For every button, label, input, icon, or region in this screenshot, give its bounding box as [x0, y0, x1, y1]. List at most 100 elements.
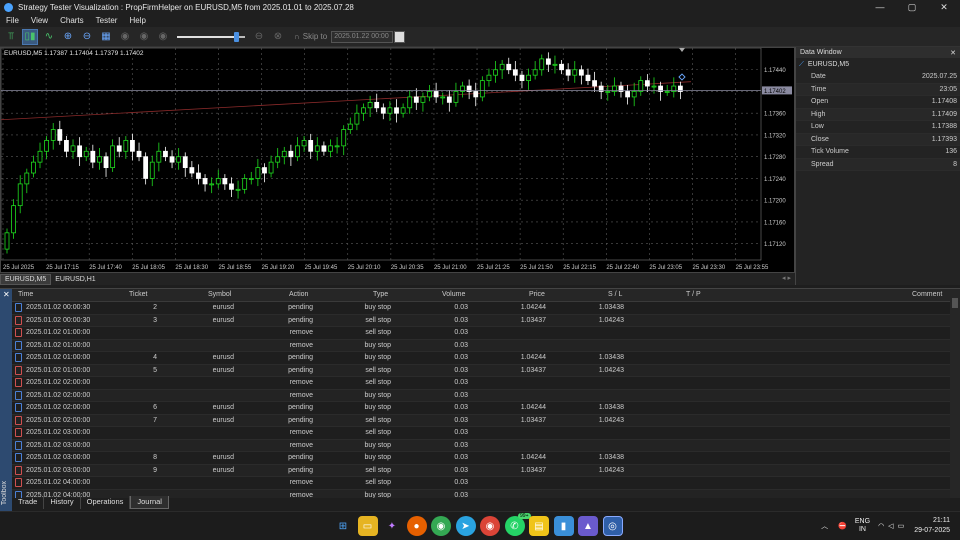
- table-row[interactable]: 2025.01.02 04:00:00 remove sell stop 0.03: [12, 477, 950, 490]
- cell-price: 1.04244: [520, 404, 546, 411]
- column-tp[interactable]: T / P: [686, 289, 701, 301]
- zoom-out-icon[interactable]: ⊖: [79, 29, 95, 45]
- close-icon[interactable]: ✕: [950, 49, 956, 57]
- calendar-icon[interactable]: [394, 30, 406, 43]
- clock[interactable]: 21:11 29-07-2025: [914, 516, 950, 536]
- column-symbol[interactable]: Symbol: [208, 289, 231, 301]
- slider-thumb[interactable]: [233, 31, 239, 42]
- table-row[interactable]: 2025.01.02 02:00:00 6 eurusd pending buy sto…: [12, 402, 950, 415]
- column-price[interactable]: Price: [529, 289, 545, 301]
- table-row[interactable]: 2025.01.02 02:00:00 remove buy stop 0.03: [12, 389, 950, 402]
- menu-file[interactable]: File: [0, 16, 25, 25]
- bar-chart-icon[interactable]: ⫪: [3, 29, 19, 45]
- chart-tabs: EURUSD,M5 EURUSD,H1 ◂ ▸: [0, 273, 795, 285]
- table-row[interactable]: 2025.01.02 02:00:00 7 eurusd pending sell st…: [12, 414, 950, 427]
- tab-eurusd-m5[interactable]: EURUSD,M5: [0, 273, 52, 285]
- slider-fill: [177, 35, 239, 38]
- table-row[interactable]: 2025.01.02 01:00:00 remove buy stop 0.03: [12, 339, 950, 352]
- column-time[interactable]: Time: [18, 289, 33, 301]
- wifi-icon[interactable]: ◠: [878, 522, 884, 530]
- tab-scroll-arrows[interactable]: ◂ ▸: [782, 274, 791, 282]
- telegram-icon[interactable]: ➤: [455, 516, 476, 536]
- cell-action: pending: [288, 366, 313, 374]
- zoom-in-icon[interactable]: ⊕: [60, 29, 76, 45]
- tab-eurusd-h1[interactable]: EURUSD,H1: [51, 274, 99, 285]
- candle-body: [262, 167, 267, 174]
- table-row[interactable]: 2025.01.02 03:00:00 remove sell stop 0.03: [12, 427, 950, 440]
- tab-operations[interactable]: Operations: [81, 496, 131, 509]
- candle-body: [248, 178, 254, 180]
- speed-slider[interactable]: [177, 31, 245, 43]
- tab-history[interactable]: History: [44, 496, 81, 509]
- column-volume[interactable]: Volume: [442, 289, 465, 301]
- menu-view[interactable]: View: [25, 16, 54, 25]
- close-icon[interactable]: ✕: [3, 290, 10, 299]
- column-type[interactable]: Type: [373, 289, 388, 301]
- table-row[interactable]: 2025.01.02 01:00:00 4 eurusd pending buy sto…: [12, 352, 950, 365]
- column-ticket[interactable]: Ticket: [129, 289, 147, 301]
- toolbox-tabs: Trade History Operations Journal: [12, 496, 169, 509]
- play-icon[interactable]: ◉: [117, 29, 133, 45]
- column-comment[interactable]: Comment: [912, 289, 942, 301]
- chevron-up-icon[interactable]: ︿: [821, 521, 828, 531]
- table-row[interactable]: 2025.01.02 00:00:30 2 eurusd pending buy sto…: [12, 302, 950, 315]
- tab-trade[interactable]: Trade: [12, 496, 45, 509]
- candlestick-chart-icon[interactable]: ▯▮: [22, 28, 38, 45]
- notes-icon[interactable]: ▤: [529, 516, 549, 536]
- speed-stop-icon[interactable]: ⊗: [270, 29, 286, 45]
- language-indicator[interactable]: ENG IN: [855, 518, 870, 534]
- documents-icon[interactable]: ▮: [553, 516, 574, 536]
- windows-start-icon[interactable]: ⊞: [333, 516, 353, 536]
- table-row[interactable]: 2025.01.02 03:00:00 9 eurusd pending sell st…: [12, 464, 950, 477]
- cell-volume: 0.03: [454, 366, 468, 374]
- gallery-icon[interactable]: ▲: [578, 516, 598, 536]
- vertical-scrollbar[interactable]: [950, 289, 960, 498]
- table-row[interactable]: 2025.01.02 02:00:00 remove sell stop 0.03: [12, 377, 950, 390]
- line-chart-icon[interactable]: ∿: [41, 29, 57, 45]
- scrollbar-thumb[interactable]: [952, 298, 958, 308]
- candle-body: [202, 178, 208, 185]
- skip-to-label[interactable]: Skip to: [303, 32, 327, 41]
- cell-price: 1.04244: [520, 454, 546, 461]
- file-explorer-icon[interactable]: ▭: [357, 516, 378, 536]
- table-row[interactable]: 2025.01.02 01:00:00 remove sell stop 0.03: [12, 327, 950, 340]
- column-sl[interactable]: S / L: [608, 289, 622, 301]
- step-icon[interactable]: ◉: [155, 29, 171, 45]
- network-off-icon[interactable]: ⛔: [838, 522, 847, 530]
- menu-help[interactable]: Help: [123, 16, 151, 25]
- table-row[interactable]: 2025.01.02 03:00:00 8 eurusd pending buy sto…: [12, 452, 950, 465]
- whatsapp-icon[interactable]: ✆ 99+: [504, 513, 531, 536]
- data-row: Tick Volume 136: [796, 146, 960, 159]
- close-button[interactable]: ✕: [928, 0, 960, 14]
- chrome-profile-icon[interactable]: ◉: [480, 516, 500, 536]
- skip-date-input[interactable]: 2025.01.22 00:00: [331, 30, 394, 43]
- table-row[interactable]: 2025.01.02 00:00:30 3 eurusd pending sell st…: [12, 314, 950, 327]
- chrome-icon[interactable]: ◉: [431, 516, 451, 536]
- maximize-button[interactable]: ▢: [896, 0, 928, 14]
- copilot-icon[interactable]: ✦: [382, 516, 402, 536]
- tab-journal[interactable]: Journal: [130, 496, 169, 509]
- data-value: 136: [945, 148, 957, 156]
- cell-symbol: eurusd: [212, 354, 234, 361]
- pause-icon[interactable]: ◉: [136, 29, 152, 45]
- minimize-button[interactable]: —: [864, 0, 896, 14]
- candle-body: [479, 80, 485, 98]
- menu-tester[interactable]: Tester: [90, 16, 124, 25]
- candle-body: [143, 156, 149, 179]
- chart-window[interactable]: 1.174401.174001.173601.173201.172801.172…: [0, 47, 795, 273]
- sell-order-icon: [15, 365, 22, 375]
- candle-body: [380, 107, 386, 114]
- firefox-icon[interactable]: ●: [406, 516, 427, 536]
- cell-volume: 0.03: [454, 479, 468, 486]
- menu-charts[interactable]: Charts: [54, 16, 90, 25]
- speed-down-icon[interactable]: ⊖: [251, 29, 267, 45]
- cell-type: sell stop: [365, 429, 391, 436]
- column-action[interactable]: Action: [289, 289, 308, 301]
- battery-icon[interactable]: ▭: [898, 522, 905, 530]
- table-row[interactable]: 2025.01.02 03:00:00 remove buy stop 0.03: [12, 439, 950, 452]
- tile-windows-icon[interactable]: ▦: [98, 29, 114, 45]
- volume-icon[interactable]: ◁: [888, 522, 893, 530]
- metatrader-icon[interactable]: ◎: [602, 516, 623, 536]
- data-value: 8: [953, 160, 957, 168]
- table-row[interactable]: 2025.01.02 01:00:00 5 eurusd pending sell st…: [12, 364, 950, 377]
